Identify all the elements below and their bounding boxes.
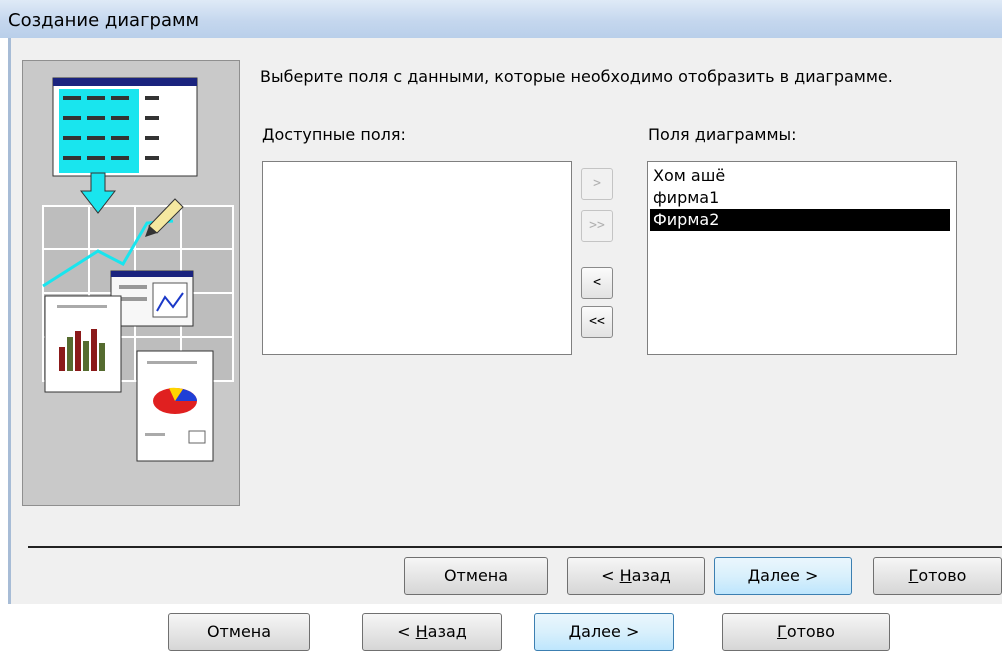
finish-button[interactable]: Готово: [722, 613, 890, 651]
finish-hotkey: Г: [777, 622, 787, 641]
back-label-rest: азад: [631, 566, 671, 585]
finish-button[interactable]: Готово: [873, 557, 1002, 595]
chart-fields-list[interactable]: Хом ашё фирма1 Фирма2: [647, 161, 957, 355]
available-fields-list[interactable]: [262, 161, 572, 355]
wizard-illustration: [22, 60, 240, 506]
back-hotkey: Н: [415, 622, 428, 641]
chart-field-item-selected[interactable]: Фирма2: [650, 209, 950, 231]
chart-wizard-illustration-icon: [42, 77, 234, 462]
finish-label-rest: отово: [918, 566, 967, 585]
back-label-rest: азад: [427, 622, 467, 641]
cancel-button[interactable]: Отмена: [404, 557, 548, 595]
instruction-text: Выберите поля с данными, которые необход…: [260, 67, 893, 86]
back-prefix: <: [397, 622, 416, 641]
add-field-button[interactable]: >: [581, 168, 613, 200]
next-button[interactable]: Далее >: [714, 557, 852, 595]
cancel-button-label: Отмена: [443, 566, 509, 585]
back-hotkey: Н: [619, 566, 632, 585]
cancel-button-label: Отмена: [206, 622, 272, 641]
back-prefix: <: [601, 566, 620, 585]
separator-line: [28, 546, 1002, 548]
window-title-bar: Создание диаграмм: [0, 0, 1002, 38]
next-button[interactable]: Далее >: [534, 613, 674, 651]
next-hotkey: Д: [747, 566, 761, 585]
remove-field-button[interactable]: <: [581, 267, 613, 299]
cancel-button[interactable]: Отмена: [168, 613, 310, 651]
available-fields-label: Доступные поля:: [262, 125, 406, 144]
add-all-fields-button[interactable]: >>: [581, 210, 613, 242]
window-title: Создание диаграмм: [8, 10, 200, 31]
next-hotkey: Д: [568, 622, 582, 641]
chart-field-item[interactable]: Хом ашё: [650, 165, 950, 187]
finish-label-rest: отово: [786, 622, 835, 641]
next-label-rest: алее >: [760, 566, 819, 585]
back-button[interactable]: < Назад: [362, 613, 502, 651]
back-button[interactable]: < Назад: [567, 557, 705, 595]
finish-hotkey: Г: [908, 566, 919, 585]
next-label-rest: алее >: [581, 622, 640, 641]
chart-field-item[interactable]: фирма1: [650, 187, 950, 209]
remove-all-fields-button[interactable]: <<: [581, 306, 613, 338]
chart-fields-label: Поля диаграммы:: [648, 125, 797, 144]
